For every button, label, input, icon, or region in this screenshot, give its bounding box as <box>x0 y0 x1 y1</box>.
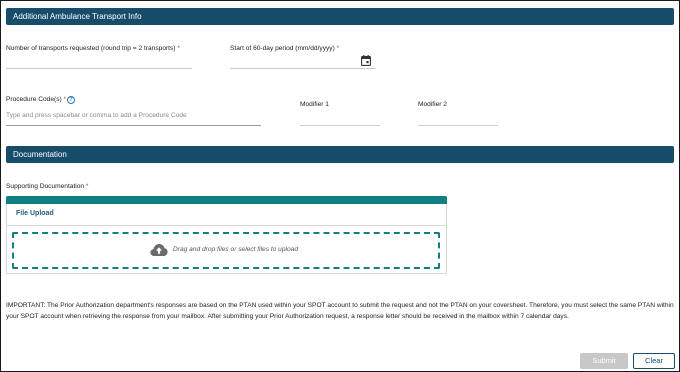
num-transports-input[interactable] <box>6 68 192 69</box>
modifier2-input[interactable] <box>418 125 498 126</box>
supporting-documentation-label-text: Supporting Documentation <box>6 183 85 190</box>
transport-section-title: Additional Ambulance Transport Info <box>13 12 142 21</box>
help-icon[interactable]: ? <box>67 96 75 104</box>
submit-button[interactable]: Submit <box>580 353 628 369</box>
tab-file-upload[interactable]: File Upload <box>6 204 447 226</box>
procedure-codes-placeholder: Type and press spacebar or comma to add … <box>6 112 187 119</box>
num-transports-label: Number of transports requested (round tr… <box>6 45 180 52</box>
start-period-input[interactable] <box>230 68 376 69</box>
documentation-section-header: Documentation <box>6 146 674 163</box>
important-notice: IMPORTANT: The Prior Authorization depar… <box>6 302 674 320</box>
modifier1-input[interactable] <box>300 125 380 126</box>
required-mark: * <box>177 45 180 52</box>
procedure-codes-label: Procedure Code(s) * <box>6 96 66 103</box>
start-period-label-text: Start of 60-day period (mm/dd/yyyy) <box>230 45 335 52</box>
clear-button[interactable]: Clear <box>633 353 675 369</box>
procedure-codes-input[interactable] <box>6 125 261 126</box>
documentation-section-title: Documentation <box>13 150 67 159</box>
num-transports-label-text: Number of transports requested (round tr… <box>6 45 176 52</box>
modifier1-label: Modifier 1 <box>300 101 329 108</box>
calendar-icon[interactable] <box>361 55 371 66</box>
file-upload-topbar <box>6 196 447 204</box>
required-mark: * <box>336 45 340 52</box>
start-period-label: Start of 60-day period (mm/dd/yyyy) * <box>230 45 339 52</box>
modifier2-label: Modifier 2 <box>418 101 447 108</box>
tab-file-upload-label: File Upload <box>16 210 54 217</box>
transport-section-header: Additional Ambulance Transport Info <box>6 8 674 25</box>
drop-zone-text: Drag and drop files or select files to u… <box>173 246 298 253</box>
required-mark: * <box>63 96 67 103</box>
procedure-codes-label-text: Procedure Code(s) <box>6 96 62 103</box>
cloud-upload-icon <box>150 244 168 256</box>
required-mark: * <box>85 183 89 190</box>
file-drop-zone[interactable]: Drag and drop files or select files to u… <box>12 232 440 269</box>
supporting-documentation-label: Supporting Documentation * <box>6 183 89 190</box>
